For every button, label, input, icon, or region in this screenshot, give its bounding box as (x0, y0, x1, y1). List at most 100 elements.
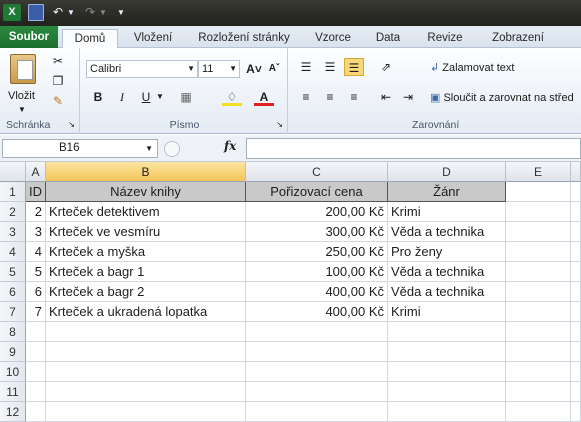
row-header[interactable]: 9 (0, 342, 26, 362)
borders-icon[interactable]: ▦ (176, 88, 196, 106)
tab-data[interactable]: Data (368, 29, 408, 48)
cell[interactable] (26, 362, 46, 382)
cell[interactable] (46, 402, 246, 422)
row-header[interactable]: 1 (0, 182, 26, 202)
row-header[interactable]: 5 (0, 262, 26, 282)
row-header[interactable]: 4 (0, 242, 26, 262)
align-bottom-icon[interactable]: ☰ (344, 58, 364, 76)
cell[interactable] (571, 202, 581, 222)
cell-price[interactable]: 400,00 Kč (246, 282, 388, 302)
cell[interactable] (571, 242, 581, 262)
cell[interactable] (571, 402, 581, 422)
chevron-down-icon[interactable]: ▼ (66, 4, 76, 21)
column-header-a[interactable]: A (26, 162, 46, 182)
cell[interactable] (26, 402, 46, 422)
cell[interactable] (246, 382, 388, 402)
cell[interactable] (246, 342, 388, 362)
formula-input[interactable] (246, 138, 581, 159)
cell-title[interactable]: Krteček a bagr 2 (46, 282, 246, 302)
cell[interactable] (388, 322, 506, 342)
row-header[interactable]: 3 (0, 222, 26, 242)
bold-button[interactable]: B (88, 88, 108, 106)
cell[interactable] (571, 282, 581, 302)
copy-icon[interactable]: ❐ (48, 72, 68, 90)
cell[interactable] (246, 402, 388, 422)
redo-icon[interactable]: ↷ (82, 4, 98, 21)
cell-genre[interactable]: Věda a technika (388, 222, 506, 242)
cell[interactable] (26, 342, 46, 362)
cell-title[interactable]: Krteček a myška (46, 242, 246, 262)
cell[interactable] (246, 322, 388, 342)
cell-genre[interactable]: Krimi (388, 302, 506, 322)
cell-price[interactable]: 200,00 Kč (246, 202, 388, 222)
cell[interactable] (506, 282, 571, 302)
cell-id[interactable]: 5 (26, 262, 46, 282)
cell[interactable] (46, 342, 246, 362)
undo-icon[interactable]: ↶ (50, 4, 66, 21)
format-painter-icon[interactable]: ✎ (48, 92, 68, 110)
orientation-icon[interactable]: ⇗ (376, 58, 396, 76)
header-cell-genre[interactable]: Žánr (388, 182, 506, 202)
save-icon[interactable] (28, 4, 44, 21)
row-header[interactable]: 2 (0, 202, 26, 222)
underline-button[interactable]: U (136, 88, 156, 106)
header-cell-title[interactable]: Název knihy (46, 182, 246, 202)
tab-file[interactable]: Soubor (0, 26, 58, 48)
tab-view[interactable]: Zobrazení (482, 29, 554, 48)
cell-id[interactable]: 3 (26, 222, 46, 242)
column-header-f[interactable] (571, 162, 581, 182)
font-size-select[interactable]: 11 ▼ (198, 60, 240, 78)
cell-title[interactable]: Krteček detektivem (46, 202, 246, 222)
cell-genre[interactable]: Krimi (388, 202, 506, 222)
paste-icon[interactable] (10, 54, 36, 84)
cell-title[interactable]: Krteček ve vesmíru (46, 222, 246, 242)
increase-indent-icon[interactable]: ⇥ (398, 88, 418, 106)
chevron-down-icon[interactable]: ▼ (18, 102, 26, 118)
cell-id[interactable]: 6 (26, 282, 46, 302)
row-header[interactable]: 10 (0, 362, 26, 382)
cell[interactable] (506, 242, 571, 262)
cell[interactable] (506, 302, 571, 322)
cut-icon[interactable]: ✂ (48, 52, 68, 70)
name-box[interactable]: B16 ▼ (2, 139, 158, 158)
cell[interactable] (571, 302, 581, 322)
cell[interactable] (571, 342, 581, 362)
cell[interactable] (571, 382, 581, 402)
cell[interactable] (388, 402, 506, 422)
cell-price[interactable]: 250,00 Kč (246, 242, 388, 262)
cell-price[interactable]: 100,00 Kč (246, 262, 388, 282)
cell-title[interactable]: Krteček a ukradená lopatka (46, 302, 246, 322)
tab-page-layout[interactable]: Rozložení stránky (192, 29, 296, 48)
cell-genre[interactable]: Věda a technika (388, 282, 506, 302)
cell[interactable] (506, 202, 571, 222)
tab-home[interactable]: Domů (62, 29, 118, 49)
cell[interactable] (571, 222, 581, 242)
cell-id[interactable]: 7 (26, 302, 46, 322)
cell[interactable] (571, 262, 581, 282)
cell[interactable] (571, 322, 581, 342)
cell[interactable] (506, 362, 571, 382)
align-middle-icon[interactable]: ☰ (320, 58, 340, 76)
column-header-d[interactable]: D (388, 162, 506, 182)
cell-genre[interactable]: Pro ženy (388, 242, 506, 262)
italic-button[interactable]: I (112, 88, 132, 106)
align-top-icon[interactable]: ☰ (296, 58, 316, 76)
row-header[interactable]: 6 (0, 282, 26, 302)
column-header-c[interactable]: C (246, 162, 388, 182)
shrink-font-icon[interactable]: Aˇ (264, 60, 284, 78)
cell-id[interactable]: 4 (26, 242, 46, 262)
chevron-down-icon[interactable]: ▼ (156, 89, 164, 105)
row-header[interactable]: 12 (0, 402, 26, 422)
wrap-text-button[interactable]: ↲ Zalamovat text (430, 60, 514, 76)
cell[interactable] (246, 362, 388, 382)
cell-price[interactable]: 400,00 Kč (246, 302, 388, 322)
cell[interactable] (506, 382, 571, 402)
formula-bar-splitter[interactable] (164, 141, 180, 157)
cell[interactable] (506, 342, 571, 362)
tab-formulas[interactable]: Vzorce (308, 29, 358, 48)
cell[interactable] (46, 382, 246, 402)
cell[interactable] (46, 322, 246, 342)
insert-function-button[interactable]: fx (224, 139, 236, 153)
dialog-launcher-icon[interactable]: ↘ (68, 117, 75, 133)
cell-price[interactable]: 300,00 Kč (246, 222, 388, 242)
